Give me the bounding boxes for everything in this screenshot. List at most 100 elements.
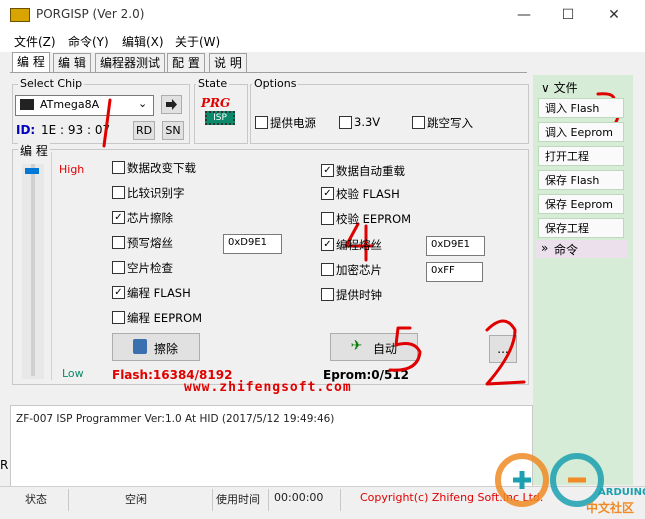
window-title: PORGISP (Ver 2.0) xyxy=(36,7,145,21)
program-checkbox[interactable] xyxy=(112,311,125,324)
watermark-brand: ARDUINO xyxy=(598,487,645,498)
chip-select[interactable]: ATmega8A ⌄ xyxy=(15,95,154,116)
program-option-label: 编程 FLASH xyxy=(127,286,191,300)
time-value: 00:00:00 xyxy=(274,491,324,504)
rd-button[interactable]: RD xyxy=(133,121,155,140)
tab-program[interactable]: 编 程 xyxy=(12,52,50,73)
side-char: R xyxy=(0,458,9,472)
chip-selected-value: ATmega8A xyxy=(40,98,100,111)
file-panel-button[interactable]: 调入 Flash xyxy=(538,98,624,118)
prefuse-input[interactable]: 0xD9E1 xyxy=(223,234,282,254)
watermark-sub: 中文社区 xyxy=(586,501,635,515)
program-checkbox[interactable]: ✓ xyxy=(321,164,334,177)
priority-high-label: High xyxy=(59,163,85,176)
program-checkbox[interactable]: ✓ xyxy=(321,187,334,200)
auto-label: 自动 xyxy=(373,342,398,356)
lock-input[interactable]: 0xFF xyxy=(426,262,483,282)
state-label: State xyxy=(196,77,230,90)
program-option-label: 校验 FLASH xyxy=(336,187,400,201)
program-checkbox[interactable] xyxy=(112,261,125,274)
menu-edit[interactable]: 编辑(X) xyxy=(122,33,164,50)
chevron-down-icon: ∨ xyxy=(541,81,554,95)
tab-edit[interactable]: 编 辑 xyxy=(53,53,91,72)
slider-track xyxy=(31,164,35,376)
priority-low-label: Low xyxy=(62,367,84,380)
menu-about[interactable]: 关于(W) xyxy=(175,33,220,50)
file-panel-button[interactable]: 保存工程 xyxy=(538,218,624,238)
command-section-label: 命令 xyxy=(554,243,579,257)
options-group xyxy=(250,84,529,144)
status-label: 状态 xyxy=(25,493,47,506)
select-chip-label: Select Chip xyxy=(18,77,85,90)
logo-isp-text: ISP xyxy=(205,111,235,125)
more-button[interactable]: ... xyxy=(489,335,517,363)
option-checkbox[interactable] xyxy=(412,116,425,129)
option-label: 3.3V xyxy=(354,115,381,129)
program-checkbox[interactable] xyxy=(321,212,334,225)
program-option-label: 芯片擦除 xyxy=(127,211,173,225)
chip-app-icon xyxy=(10,8,30,22)
fuse-input[interactable]: 0xD9E1 xyxy=(426,236,485,256)
auto-button[interactable]: ✈ 自动 xyxy=(330,333,418,361)
chip-id-value: 1E : 93 : 07 xyxy=(41,123,111,137)
running-man-icon: ✈ xyxy=(350,338,363,354)
log-line: ZF-007 ISP Programmer Ver:1.0 At HID (20… xyxy=(16,413,335,425)
program-option-label: 预写熔丝 xyxy=(127,236,173,250)
option-label: 跳空写入 xyxy=(427,116,473,130)
program-label: 编 程 xyxy=(18,142,50,159)
file-panel-button[interactable]: 保存 Flash xyxy=(538,170,624,190)
program-checkbox[interactable] xyxy=(112,161,125,174)
sn-button[interactable]: SN xyxy=(162,121,184,140)
option-checkbox[interactable] xyxy=(339,116,352,129)
program-option-label: 加密芯片 xyxy=(336,263,382,277)
erase-label: 擦除 xyxy=(154,342,179,356)
program-checkbox[interactable]: ✓ xyxy=(112,211,125,224)
program-option-label: 提供时钟 xyxy=(336,288,382,302)
chevron-right-icon: » xyxy=(541,241,549,255)
status-divider-2 xyxy=(212,489,213,511)
file-panel-button[interactable]: 打开工程 xyxy=(538,146,624,166)
status-value: 空闲 xyxy=(125,493,147,506)
detect-chip-button[interactable] xyxy=(161,95,182,114)
program-checkbox[interactable]: ✓ xyxy=(112,286,125,299)
menu-command[interactable]: 命令(Y) xyxy=(68,33,109,50)
file-panel-button[interactable]: 保存 Eeprom xyxy=(538,194,624,214)
website-text[interactable]: www.zhifengsoft.com xyxy=(184,380,352,395)
slider-thumb[interactable] xyxy=(25,168,39,174)
chip-icon xyxy=(20,99,34,110)
close-button[interactable]: ✕ xyxy=(592,4,636,26)
command-section-header[interactable]: » 命令 xyxy=(536,240,628,258)
tab-programmer-test[interactable]: 编程器测试 xyxy=(95,53,166,72)
tab-help[interactable]: 说 明 xyxy=(209,53,247,72)
program-option-label: 数据自动重载 xyxy=(336,164,405,178)
program-checkbox[interactable] xyxy=(321,288,334,301)
program-checkbox[interactable] xyxy=(112,186,125,199)
tab-divider xyxy=(10,72,527,73)
log-panel[interactable]: ZF-007 ISP Programmer Ver:1.0 At HID (20… xyxy=(10,405,533,487)
options-label: Options xyxy=(252,77,299,90)
file-section-label: 文件 xyxy=(553,81,578,95)
chevron-down-icon: ⌄ xyxy=(138,97,148,110)
program-checkbox[interactable] xyxy=(112,236,125,249)
program-option-label: 数据改变下载 xyxy=(127,161,196,175)
program-checkbox[interactable] xyxy=(321,263,334,276)
program-checkbox[interactable]: ✓ xyxy=(321,238,334,251)
tab-config[interactable]: 配 置 xyxy=(167,53,205,72)
priority-slider[interactable] xyxy=(22,164,44,379)
minimize-button[interactable]: — xyxy=(502,4,546,26)
maximize-button[interactable]: ☐ xyxy=(546,4,590,26)
program-option-label: 校验 EEPROM xyxy=(336,212,412,226)
time-label: 使用时间 xyxy=(216,493,260,506)
prg-isp-logo: PRG ISP xyxy=(201,96,239,130)
program-option-label: 比较识别字 xyxy=(127,186,185,200)
arrow-right-icon xyxy=(166,99,177,110)
file-panel-button[interactable]: 调入 Eeprom xyxy=(538,122,624,142)
erase-button[interactable]: 擦除 xyxy=(112,333,200,361)
option-checkbox[interactable] xyxy=(255,116,268,129)
program-divider xyxy=(51,152,52,380)
trash-icon xyxy=(133,339,147,354)
menu-file[interactable]: 文件(Z) xyxy=(14,33,56,50)
chip-id-label: ID: xyxy=(16,123,36,137)
program-option-label: 空片检查 xyxy=(127,261,173,275)
file-section-header[interactable]: ∨ 文件 xyxy=(541,79,578,96)
